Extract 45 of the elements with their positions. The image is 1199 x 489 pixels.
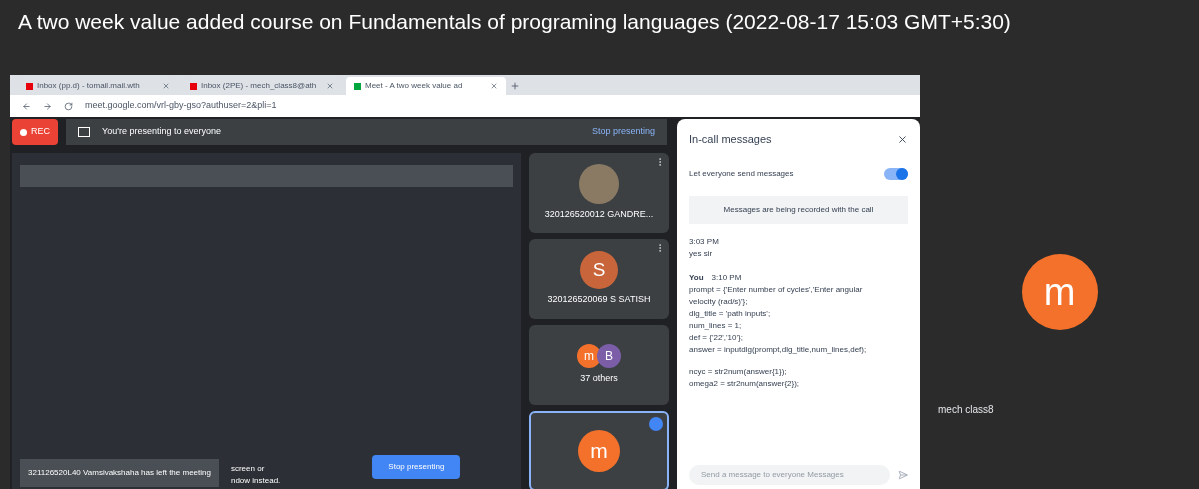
tab-title: Meet - A two week value ad: [365, 80, 464, 92]
present-icon: [78, 127, 90, 137]
tab-title: Inbox (2PE) - mech_class8@ath: [201, 80, 318, 92]
reload-icon[interactable]: [64, 101, 73, 111]
toggle-label: Let everyone send messages: [689, 167, 794, 180]
message-time: 3:10 PM: [711, 271, 742, 284]
record-icon: [20, 128, 27, 136]
stop-presenting-button[interactable]: Stop presenting: [372, 455, 461, 479]
message-line: prompt = {'Enter number of cycles','Enter angular: [689, 283, 864, 296]
participant-name: 37 others: [580, 372, 618, 386]
participant-name: mech class8: [938, 403, 994, 417]
message-line: velocity (rad/s)'};: [689, 295, 749, 308]
participant-name: 320126520012 GANDRE...: [544, 208, 654, 222]
banner-text: You're presenting to everyone: [102, 125, 222, 139]
message-line: yes sir: [689, 247, 714, 260]
recording-notice: Messages are being recorded with the call: [689, 195, 908, 224]
hint-text: ndow instead.: [230, 475, 281, 487]
message-line: ncyc = str2num(answer{1});: [689, 365, 788, 378]
favicon-icon: [354, 82, 361, 90]
message-line: answer = inputdlg(prompt,dlg_title,num_lines,def);: [689, 343, 868, 356]
forward-icon[interactable]: [43, 101, 52, 111]
message-line: dlg_title = 'path inputs';: [689, 307, 772, 320]
hint-text: screen or: [230, 463, 266, 475]
message-line: num_lines = 1;: [689, 319, 743, 332]
rec-label: REC: [31, 125, 50, 139]
browser-tab[interactable]: Meet - A two week value ad: [346, 77, 506, 95]
message-input[interactable]: Send a message to everyone Messages: [689, 465, 890, 485]
toggle-switch[interactable]: [884, 167, 908, 180]
back-icon[interactable]: [22, 101, 31, 111]
address-field[interactable]: meet.google.com/vrl-gby-gso?authuser=2&pli=1: [85, 99, 277, 113]
tab-title: Inbox (pp.d) - tomail.mail.wth: [37, 80, 141, 92]
message-line: omega2 = str2num(answer{2});: [689, 377, 801, 390]
new-tab-icon[interactable]: [510, 81, 520, 91]
photo-placeholder: [579, 164, 619, 205]
panel-title: In-call messages: [689, 132, 772, 147]
stop-presenting-link[interactable]: Stop presenting: [591, 125, 655, 139]
audio-level-icon: [649, 417, 663, 431]
message-sender: You: [689, 271, 704, 284]
participant-name: 320126520069 S SATISH: [547, 293, 651, 307]
notification-toast: 321126520L40 Vamsivakshaha has left the meeting: [20, 459, 219, 487]
send-icon[interactable]: [898, 470, 908, 480]
message-line: def = {'22','10'};: [689, 331, 744, 344]
video-caption: A two week value added course on Fundamentals of programing languages (2022-08-17 15:03 GMT+5:30): [18, 10, 1011, 33]
message-time: 3:03 PM: [689, 235, 719, 248]
close-icon[interactable]: [897, 133, 908, 145]
